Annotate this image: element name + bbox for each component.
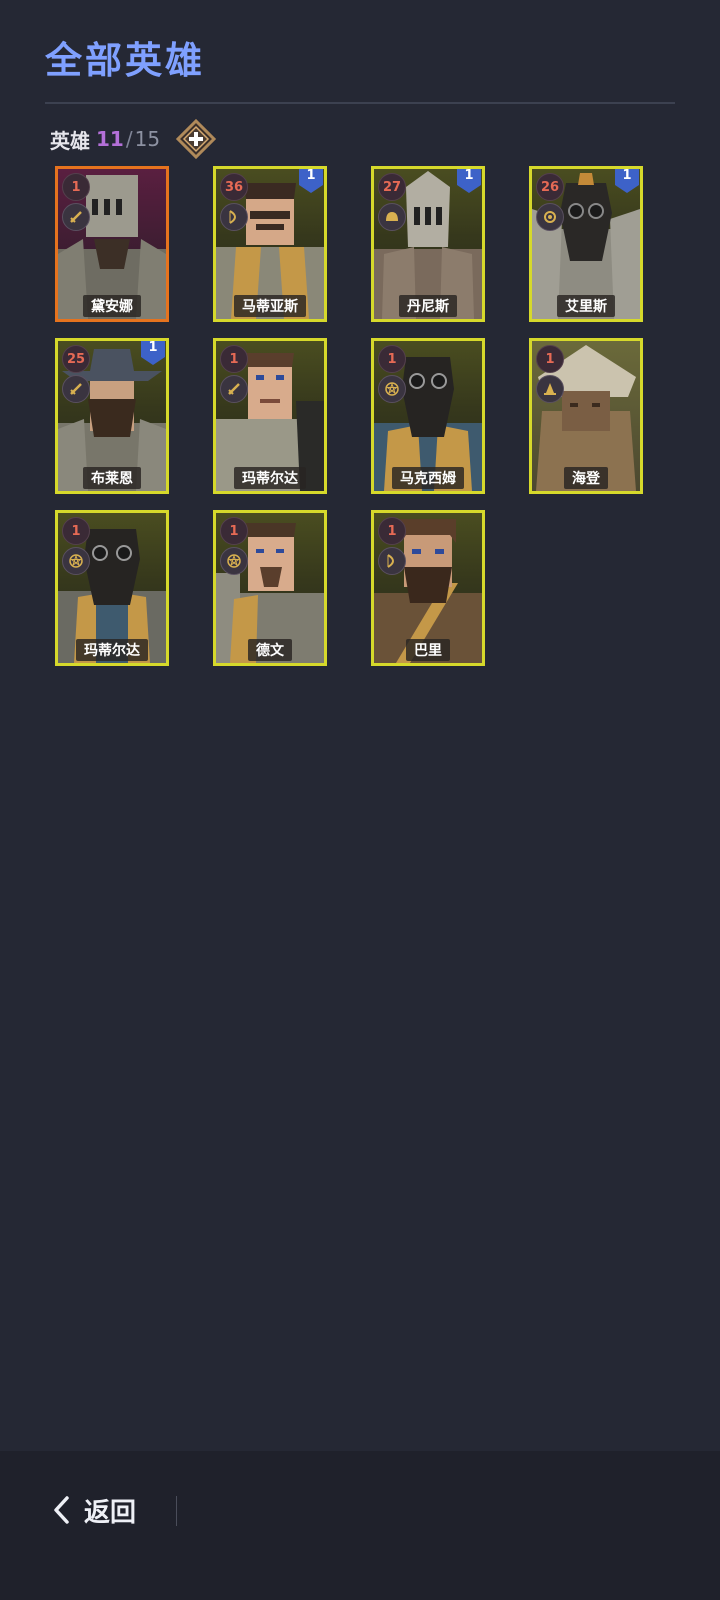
plus-diamond-icon [175, 118, 217, 160]
hero-card[interactable]: 1 玛蒂尔达 [55, 510, 169, 666]
hero-card[interactable]: 36 1 马蒂亚斯 [213, 166, 327, 322]
footer-divider [176, 1496, 177, 1526]
hero-card[interactable]: 25 1 布莱恩 [55, 338, 169, 494]
hero-count-current: 11 [96, 127, 124, 151]
sword-icon [62, 203, 90, 231]
hero-level: 1 [62, 517, 90, 545]
pentagram-icon [378, 375, 406, 403]
hero-count-label: 英雄 [50, 128, 90, 153]
hero-level: 26 [536, 173, 564, 201]
rank-badge-count: 1 [148, 340, 158, 355]
sword-icon [62, 375, 90, 403]
hero-card[interactable]: 26 1 艾里斯 [529, 166, 643, 322]
hero-count-slash: / [125, 127, 133, 151]
sun-icon [536, 203, 564, 231]
hero-level: 1 [220, 345, 248, 373]
page-title: 全部英雄 [45, 39, 205, 82]
rank-badge-count: 1 [306, 168, 316, 183]
bottom-bar: 返回 [0, 1451, 720, 1600]
hero-level: 36 [220, 173, 248, 201]
hero-name: 布莱恩 [83, 467, 141, 489]
hero-level: 1 [536, 345, 564, 373]
back-button[interactable]: 返回 [52, 1488, 136, 1532]
hero-card[interactable]: 1 海登 [529, 338, 643, 494]
hero-card[interactable]: 1 德文 [213, 510, 327, 666]
hero-card[interactable]: 27 1 丹尼斯 [371, 166, 485, 322]
hero-name: 玛蒂尔达 [234, 467, 306, 489]
hero-name: 马蒂亚斯 [234, 295, 306, 317]
hero-name: 马克西姆 [392, 467, 464, 489]
sword-icon [220, 375, 248, 403]
hero-name: 丹尼斯 [399, 295, 457, 317]
hero-card[interactable]: 1 黛安娜 [55, 166, 169, 322]
wizard-hat-icon [536, 375, 564, 403]
hero-count: 英雄 11 / 15 [50, 124, 160, 154]
hero-card[interactable]: 1 玛蒂尔达 [213, 338, 327, 494]
hero-level: 1 [378, 345, 406, 373]
hero-name: 艾里斯 [557, 295, 615, 317]
rank-badge-count: 1 [622, 168, 632, 183]
pentagram-icon [62, 547, 90, 575]
bow-icon [220, 203, 248, 231]
hero-level: 1 [220, 517, 248, 545]
hero-name: 巴里 [406, 639, 450, 661]
add-hero-slot-button[interactable] [175, 118, 217, 160]
hero-name: 黛安娜 [83, 295, 141, 317]
helmet-icon [378, 203, 406, 231]
hero-level: 25 [62, 345, 90, 373]
hero-level: 27 [378, 173, 406, 201]
title-divider [45, 102, 675, 104]
chevron-left-icon [54, 1496, 69, 1524]
hero-card[interactable]: 1 巴里 [371, 510, 485, 666]
back-button-label: 返回 [84, 1497, 137, 1528]
rank-badge-count: 1 [464, 168, 474, 183]
hero-name: 玛蒂尔达 [76, 639, 148, 661]
bow-icon [378, 547, 406, 575]
hero-card[interactable]: 1 马克西姆 [371, 338, 485, 494]
hero-name: 海登 [564, 467, 608, 489]
pentagram-icon [220, 547, 248, 575]
hero-count-max: 15 [134, 127, 161, 151]
hero-level: 1 [378, 517, 406, 545]
hero-name: 德文 [248, 639, 292, 661]
hero-level: 1 [62, 173, 90, 201]
